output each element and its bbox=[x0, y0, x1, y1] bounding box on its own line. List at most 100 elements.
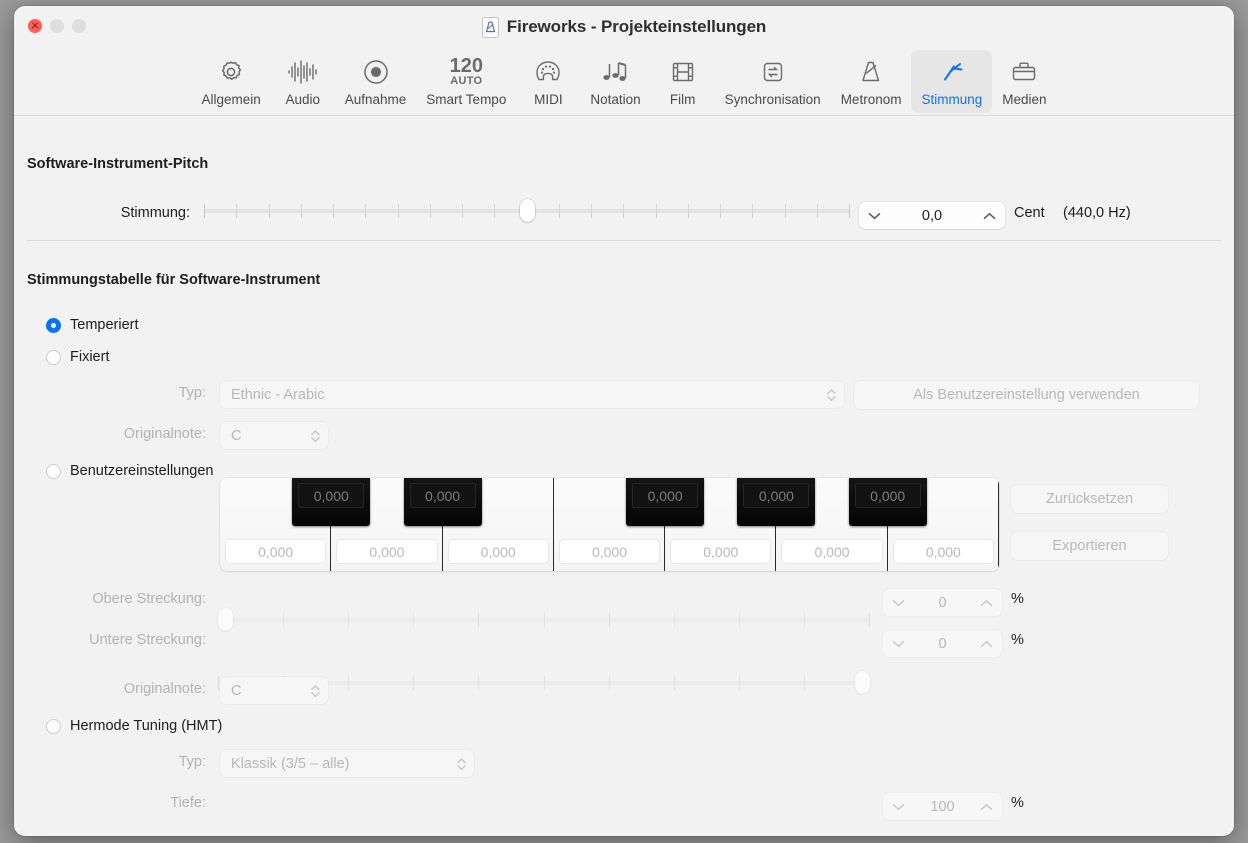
untere-streckung-stepper[interactable]: 0 bbox=[883, 630, 1002, 657]
tab-label: Allgemein bbox=[201, 92, 261, 107]
obere-streckung-slider[interactable] bbox=[218, 608, 870, 631]
hmt-typ-popup[interactable]: Klassik (3/5 – alle) bbox=[220, 750, 474, 777]
radio-indicator[interactable] bbox=[46, 463, 61, 479]
fixiert-originalnote-value: C bbox=[231, 427, 242, 444]
black-key-value-field[interactable]: 0,000 bbox=[409, 483, 476, 508]
chevron-up-icon[interactable] bbox=[980, 599, 993, 607]
tab-allgemein[interactable]: Allgemein bbox=[191, 50, 270, 113]
label-fixiert-typ: Typ: bbox=[178, 385, 206, 401]
tab-medien[interactable]: Medien bbox=[992, 50, 1056, 113]
white-key-value-field[interactable]: 0,000 bbox=[559, 540, 660, 563]
chevron-updown-icon[interactable] bbox=[310, 683, 321, 699]
tab-audio[interactable]: Audio bbox=[271, 50, 335, 113]
tab-notation[interactable]: Notation bbox=[580, 50, 650, 113]
slider-thumb[interactable] bbox=[855, 671, 870, 694]
tab-aufnahme[interactable]: Aufnahme bbox=[335, 50, 417, 113]
reset-button[interactable]: Zurücksetzen bbox=[1011, 485, 1168, 513]
section-heading-pitch: Software-Instrument-Pitch bbox=[27, 156, 209, 172]
tempo-icon: 120 AUTO bbox=[450, 55, 483, 89]
radio-benutzereinstellungen[interactable]: Benutzereinstellungen bbox=[46, 463, 214, 479]
export-button[interactable]: Exportieren bbox=[1011, 532, 1168, 560]
radio-indicator[interactable] bbox=[46, 349, 61, 365]
settings-content: Software-Instrument-Pitch Stimmung: 0,0 … bbox=[14, 116, 1234, 835]
notes-icon bbox=[600, 55, 630, 89]
slider-tick bbox=[413, 676, 415, 690]
slider-thumb[interactable] bbox=[520, 199, 535, 222]
unit-percent-lower: % bbox=[1011, 632, 1024, 648]
unit-percent-depth: % bbox=[1011, 795, 1024, 811]
zoom-button[interactable] bbox=[72, 19, 86, 33]
radio-hermode-tuning[interactable]: Hermode Tuning (HMT) bbox=[46, 718, 222, 734]
slider-tick bbox=[494, 204, 496, 218]
stimmung-slider[interactable] bbox=[204, 199, 850, 222]
radio-indicator[interactable] bbox=[46, 718, 61, 734]
fixiert-typ-value: Ethnic - Arabic bbox=[231, 386, 325, 403]
black-key-value-field[interactable]: 0,000 bbox=[743, 483, 810, 508]
filmstrip-icon bbox=[670, 55, 696, 89]
record-icon bbox=[362, 55, 390, 89]
slider-tick bbox=[816, 204, 818, 218]
slider-tick bbox=[752, 204, 754, 218]
slider-tick bbox=[543, 613, 545, 627]
chevron-down-icon[interactable] bbox=[868, 212, 881, 220]
black-key-value-field[interactable]: 0,000 bbox=[632, 483, 699, 508]
tab-midi[interactable]: MIDI bbox=[516, 50, 580, 113]
label-user-originalnote: Originalnote: bbox=[123, 681, 206, 697]
tab-stimmung[interactable]: Stimmung bbox=[911, 50, 993, 113]
slider-tick bbox=[591, 204, 592, 218]
chevron-up-icon[interactable] bbox=[980, 803, 993, 811]
slider-tick bbox=[478, 676, 480, 690]
white-key-value-field[interactable]: 0,000 bbox=[448, 540, 548, 563]
obere-streckung-stepper[interactable]: 0 bbox=[883, 589, 1002, 616]
section-divider bbox=[27, 240, 1221, 241]
slider-tick bbox=[333, 204, 334, 218]
white-key-value-field[interactable]: 0,000 bbox=[226, 540, 326, 563]
stimmung-stepper[interactable]: 0,0 bbox=[859, 202, 1005, 229]
white-key-value-field[interactable]: 0,000 bbox=[337, 540, 437, 563]
chevron-updown-icon[interactable] bbox=[456, 756, 467, 772]
black-key-value-field[interactable]: 0,000 bbox=[298, 483, 365, 508]
slider-tick bbox=[365, 204, 367, 218]
slider-tick bbox=[623, 204, 625, 218]
window-title-group: Fireworks - Projekteinstellungen bbox=[14, 16, 1234, 38]
user-originalnote-value: C bbox=[231, 682, 242, 699]
tiefe-stepper[interactable]: 100 bbox=[883, 793, 1002, 820]
tab-label: Smart Tempo bbox=[426, 92, 507, 107]
chevron-down-icon[interactable] bbox=[892, 640, 905, 648]
slider-tick bbox=[397, 204, 399, 218]
tab-synchronisation[interactable]: Synchronisation bbox=[715, 50, 831, 113]
tab-smart-tempo[interactable]: 120 AUTO Smart Tempo bbox=[416, 50, 516, 113]
fixiert-typ-popup[interactable]: Ethnic - Arabic bbox=[220, 381, 844, 408]
tab-film[interactable]: Film bbox=[651, 50, 715, 113]
chevron-up-icon[interactable] bbox=[983, 212, 996, 220]
white-key-value-field[interactable]: 0,000 bbox=[782, 540, 882, 563]
white-key-value-field[interactable]: 0,000 bbox=[671, 540, 771, 563]
use-as-user-setting-button[interactable]: Als Benutzereinstellung verwenden bbox=[854, 381, 1199, 409]
project-settings-window: Fireworks - Projekteinstellungen Allgeme… bbox=[14, 6, 1234, 836]
black-key-value-field[interactable]: 0,000 bbox=[854, 483, 921, 508]
chevron-updown-icon[interactable] bbox=[826, 387, 837, 403]
slider-tick bbox=[655, 204, 657, 218]
page-title: Fireworks - Projekteinstellungen bbox=[506, 17, 767, 36]
radio-temperiert[interactable]: Temperiert bbox=[46, 317, 139, 333]
fixiert-originalnote-popup[interactable]: C bbox=[220, 422, 328, 449]
slider-tick bbox=[803, 613, 805, 627]
radio-indicator[interactable] bbox=[46, 317, 61, 333]
tuning-keyboard[interactable]: 0,000 0,000 0,000 0,000 0,000 0,000 0,000 0,000… bbox=[220, 478, 999, 571]
chevron-up-icon[interactable] bbox=[980, 640, 993, 648]
white-key-value-field[interactable]: 0,000 bbox=[893, 540, 993, 563]
settings-toolbar: Allgemein Audio Aufnahme 120 AUTO Smart … bbox=[14, 48, 1234, 116]
close-button[interactable] bbox=[28, 19, 42, 33]
slider-thumb[interactable] bbox=[218, 608, 233, 631]
chevron-updown-icon[interactable] bbox=[310, 428, 321, 444]
tempo-value: 120 bbox=[449, 54, 483, 77]
radio-label: Fixiert bbox=[70, 349, 110, 365]
tab-label: MIDI bbox=[534, 92, 563, 107]
metronome-document-icon bbox=[481, 16, 499, 38]
minimize-button[interactable] bbox=[50, 19, 64, 33]
radio-fixiert[interactable]: Fixiert bbox=[46, 349, 109, 365]
tab-metronom[interactable]: Metronom bbox=[831, 50, 912, 113]
user-originalnote-popup[interactable]: C bbox=[220, 677, 328, 704]
chevron-down-icon[interactable] bbox=[892, 599, 905, 607]
chevron-down-icon[interactable] bbox=[892, 803, 905, 811]
